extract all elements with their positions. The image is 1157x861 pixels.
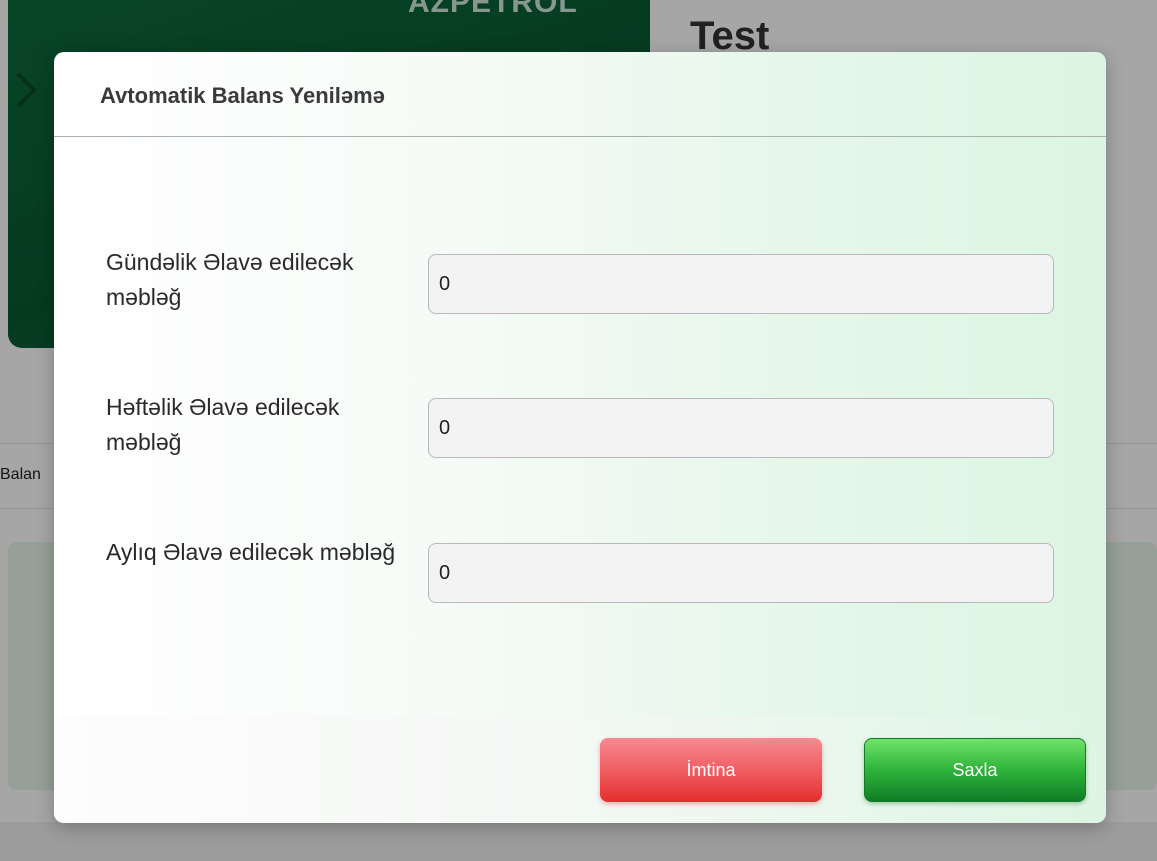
monthly-amount-row: Aylıq Əlavə edilecək məbləğ: [54, 535, 1106, 615]
monthly-amount-input[interactable]: [428, 543, 1054, 603]
weekly-amount-label: Həftəlik Əlavə edilecək məbləğ: [106, 394, 340, 455]
daily-amount-row: Gündəlik Əlavə edilecək məbləğ: [54, 245, 1106, 325]
save-button[interactable]: Saxla: [864, 738, 1086, 802]
cancel-button[interactable]: İmtina: [600, 738, 822, 802]
modal-title: Avtomatik Balans Yeniləmə: [100, 83, 385, 108]
daily-amount-input[interactable]: [428, 254, 1054, 314]
modal-footer: İmtina Saxla: [54, 716, 1106, 823]
daily-amount-label: Gündəlik Əlavə edilecək məbləğ: [106, 249, 354, 310]
modal-header: Avtomatik Balans Yeniləmə: [54, 52, 1106, 137]
auto-balance-modal: Avtomatik Balans Yeniləmə Gündəlik Əlavə…: [54, 52, 1106, 823]
weekly-amount-input[interactable]: [428, 398, 1054, 458]
monthly-amount-label: Aylıq Əlavə edilecək məbləğ: [106, 539, 396, 565]
weekly-amount-row: Həftəlik Əlavə edilecək məbləğ: [54, 390, 1106, 470]
